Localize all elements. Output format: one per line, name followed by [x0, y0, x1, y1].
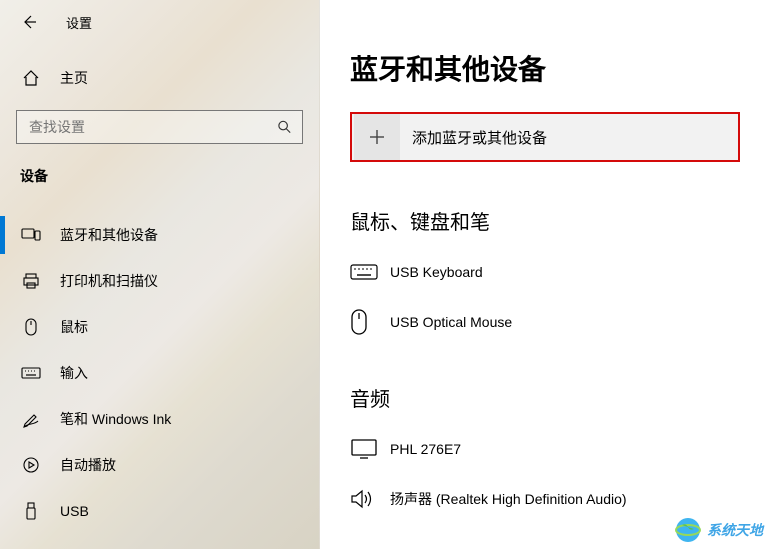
nav-item-printers[interactable]: 打印机和扫描仪 — [0, 258, 319, 304]
titlebar: 设置 — [0, 0, 319, 44]
home-icon — [20, 69, 42, 87]
keyboard-icon — [20, 366, 42, 380]
plus-icon — [354, 114, 400, 160]
nav-label: 鼠标 — [60, 317, 88, 337]
device-row[interactable]: PHL 276E7 — [350, 424, 771, 474]
nav-item-pen[interactable]: 笔和 Windows Ink — [0, 396, 319, 442]
device-row[interactable]: USB Keyboard — [350, 247, 771, 297]
section-title: 设备 — [20, 166, 319, 186]
keyboard-device-icon — [350, 263, 390, 281]
home-button[interactable]: 主页 — [0, 58, 319, 98]
section-heading-audio: 音频 — [350, 383, 771, 412]
search-icon — [277, 119, 292, 135]
globe-icon — [673, 515, 703, 545]
nav-label: 自动播放 — [60, 455, 116, 475]
page-title: 蓝牙和其他设备 — [350, 48, 771, 88]
device-label: 扬声器 (Realtek High Definition Audio) — [390, 489, 627, 509]
pen-icon — [20, 410, 42, 428]
nav-label: 打印机和扫描仪 — [60, 271, 158, 291]
app-title: 设置 — [66, 13, 92, 32]
nav-label: 输入 — [60, 363, 88, 383]
printer-icon — [20, 272, 42, 290]
mouse-device-icon — [350, 309, 390, 335]
section-heading-input-devices: 鼠标、键盘和笔 — [350, 206, 771, 235]
nav-item-autoplay[interactable]: 自动播放 — [0, 442, 319, 488]
search-input[interactable] — [16, 110, 303, 144]
watermark-text: 系统天地 — [707, 520, 763, 540]
back-button[interactable] — [14, 7, 44, 37]
nav-item-typing[interactable]: 输入 — [0, 350, 319, 396]
nav-list: 蓝牙和其他设备 打印机和扫描仪 鼠标 输入 笔和 Windows Ink — [0, 212, 319, 534]
nav-item-usb[interactable]: USB — [0, 488, 319, 534]
device-label: USB Optical Mouse — [390, 314, 512, 330]
search-container — [16, 110, 303, 144]
nav-item-mouse[interactable]: 鼠标 — [0, 304, 319, 350]
watermark: 系统天地 — [673, 515, 763, 545]
autoplay-icon — [20, 456, 42, 474]
mouse-icon — [20, 318, 42, 336]
arrow-left-icon — [21, 14, 37, 30]
nav-item-bluetooth[interactable]: 蓝牙和其他设备 — [0, 212, 319, 258]
nav-label: USB — [60, 503, 89, 519]
device-label: PHL 276E7 — [390, 441, 461, 457]
speaker-device-icon — [350, 488, 390, 510]
device-label: USB Keyboard — [390, 264, 483, 280]
add-device-label: 添加蓝牙或其他设备 — [412, 127, 547, 148]
devices-icon — [20, 227, 42, 243]
monitor-device-icon — [350, 438, 390, 460]
search-field[interactable] — [27, 118, 277, 136]
device-row[interactable]: USB Optical Mouse — [350, 297, 771, 347]
content-area: 蓝牙和其他设备 添加蓝牙或其他设备 鼠标、键盘和笔 USB Keyboard U… — [320, 0, 771, 549]
nav-label: 笔和 Windows Ink — [60, 409, 171, 429]
nav-label: 蓝牙和其他设备 — [60, 225, 158, 245]
home-label: 主页 — [60, 68, 88, 88]
add-device-button[interactable]: 添加蓝牙或其他设备 — [350, 112, 740, 162]
sidebar: 设置 主页 设备 蓝牙和其他设备 打印机和扫描仪 — [0, 0, 320, 549]
usb-icon — [20, 502, 42, 520]
